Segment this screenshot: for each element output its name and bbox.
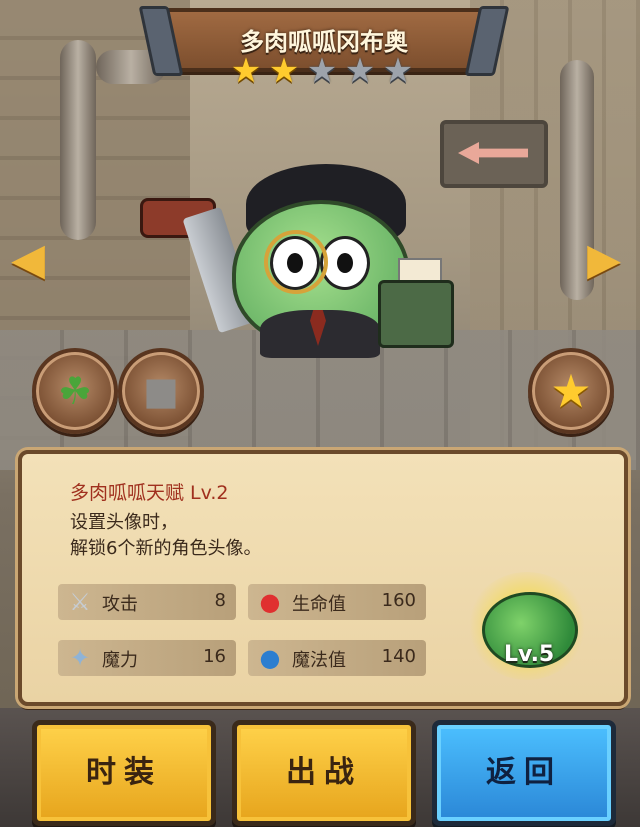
- costume-button[interactable]: 时装: [32, 720, 216, 826]
- star-icon: ★: [344, 51, 376, 91]
- briefcase-icon: [378, 280, 454, 348]
- battle-button[interactable]: 出战: [232, 720, 416, 826]
- talent-level-badge[interactable]: Lv.5: [468, 572, 586, 680]
- stone-item-button[interactable]: ■: [118, 348, 204, 434]
- star-icon: ★: [306, 51, 338, 91]
- star-icon: ★: [268, 51, 300, 91]
- red-potion-icon: ●: [259, 588, 281, 616]
- star-button[interactable]: ★: [528, 348, 614, 434]
- stat-value: 16: [203, 646, 226, 667]
- next-character-arrow-icon[interactable]: ▶: [584, 236, 624, 284]
- talent-panel: 多肉呱呱天赋 Lv.2 设置头像时， 解锁6个新的角色头像。 ⚔ 攻击 8 ● …: [18, 450, 628, 706]
- stat-label: 攻击: [102, 594, 138, 615]
- arrow-sign: [440, 120, 548, 188]
- blue-potion-icon: ●: [259, 644, 281, 672]
- pipe: [60, 40, 96, 240]
- character-portrait: [140, 164, 454, 360]
- star-icon: ★: [382, 51, 414, 91]
- back-button[interactable]: 返回: [432, 720, 616, 826]
- wand-icon: ✦: [69, 644, 91, 672]
- lotus-leaf-icon: ☘: [57, 369, 93, 413]
- stat-value: 140: [381, 646, 416, 667]
- star-rating: ★ ★ ★ ★ ★: [228, 54, 416, 88]
- talent-desc-line: 设置头像时，: [70, 512, 178, 533]
- talent-desc-line: 解锁6个新的角色头像。: [70, 538, 262, 559]
- badge-level: Lv.5: [504, 642, 555, 667]
- talent-description: 设置头像时， 解锁6个新的角色头像。: [70, 510, 261, 562]
- stat-mp: ● 魔法值 140: [248, 640, 426, 676]
- monocle-icon: [264, 230, 328, 294]
- stat-label: 生命值: [292, 594, 346, 615]
- stat-hp: ● 生命值 160: [248, 584, 426, 620]
- stat-value: 8: [214, 590, 226, 611]
- sword-icon: ⚔: [69, 588, 91, 616]
- talent-title: 多肉呱呱天赋 Lv.2: [70, 482, 229, 504]
- star-icon: ★: [550, 364, 592, 418]
- prev-character-arrow-icon[interactable]: ◀: [8, 236, 48, 284]
- lotus-leaf-item-button[interactable]: ☘: [32, 348, 118, 434]
- stat-attack: ⚔ 攻击 8: [58, 584, 236, 620]
- stat-magic-power: ✦ 魔力 16: [58, 640, 236, 676]
- stat-value: 160: [381, 590, 416, 611]
- stat-label: 魔法值: [292, 650, 346, 671]
- stone-icon: ■: [143, 369, 179, 413]
- stat-label: 魔力: [102, 650, 138, 671]
- star-icon: ★: [230, 51, 262, 91]
